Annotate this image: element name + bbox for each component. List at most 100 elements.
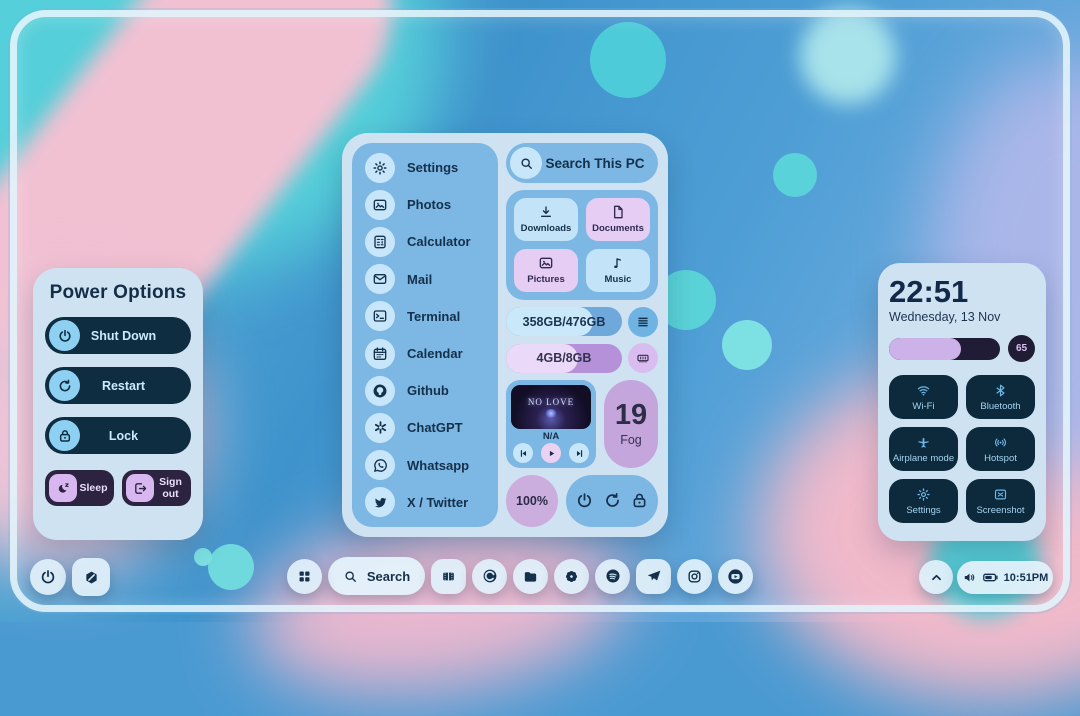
dock: Search [287,557,753,595]
app-label: X / Twitter [407,494,469,510]
battery-badge: 65 [1008,335,1035,362]
pictures-tile[interactable]: Pictures [514,248,578,292]
lock-label: Lock [108,428,139,443]
app-item-twitter[interactable]: X / Twitter [365,487,498,518]
memory-label: 4GB/8GB [536,351,592,366]
system-tray[interactable]: 10:51PM [957,561,1053,594]
chevron-up-icon [928,569,945,586]
session-pill [566,474,658,527]
sign-out-icon [126,474,154,502]
tile-label: Documents [592,223,644,235]
app-label: Mail [407,271,433,287]
media-row: NO LOVE N/A 19 Fog [506,380,658,469]
storage-meter: 358GB/476GB [506,307,622,337]
app-label: Whatsapp [407,457,470,473]
dock-flower-app-button[interactable] [554,558,589,594]
sleep-icon [49,474,77,502]
app-label: Github [407,383,449,399]
tile-label: Pictures [527,274,565,286]
document-icon [610,204,626,220]
calendar-icon [365,338,395,369]
ram-icon[interactable] [628,343,658,374]
airplane-mode-tile[interactable]: Airplane mode [889,427,958,471]
previous-icon[interactable] [513,443,533,464]
play-icon[interactable] [541,443,561,464]
weather-widget: 19 Fog [604,380,658,469]
app-item-calendar[interactable]: Calendar [365,338,498,369]
app-item-github[interactable]: Github [365,375,498,406]
wifi-icon [916,383,931,398]
battery-percent-badge: 100% [506,474,558,527]
terminal-icon [365,301,395,332]
browser-icon [481,567,499,585]
album-art: NO LOVE [511,385,591,430]
power-icon [49,320,80,351]
app-label: ChatGPT [407,420,463,436]
sign-out-button[interactable]: Sign out [122,470,191,506]
search-this-pc[interactable]: Search This PC [506,143,658,183]
storage-label: 358GB/476GB [522,314,606,329]
music-note-icon [610,255,626,271]
taskbar-theme-button[interactable] [72,558,110,596]
hotspot-tile[interactable]: Hotspot [966,427,1035,471]
clock: 22:51 [889,274,969,309]
app-item-terminal[interactable]: Terminal [365,301,498,332]
app-item-mail[interactable]: Mail [365,264,498,295]
lock-button[interactable]: Lock [45,417,191,454]
dock-files-button[interactable] [513,558,548,594]
twitter-icon [365,487,395,518]
dock-app-grid-button[interactable] [287,558,322,594]
telegram-icon [645,567,663,585]
hotspot-icon [993,435,1008,450]
quick-settings-grid: Wi-Fi Bluetooth Airplane mode Hotspot Se… [889,375,1035,523]
search-label: Search This PC [545,155,645,171]
airplane-icon [916,435,931,450]
folder-icon [522,568,539,585]
wifi-tile[interactable]: Wi-Fi [889,375,958,419]
drive-icon[interactable] [628,306,658,337]
dock-search-button[interactable]: Search [328,557,425,595]
spotify-icon [604,567,622,585]
power-icon[interactable] [575,491,594,510]
theme-toggle-icon [82,568,101,587]
settings-tile[interactable]: Settings [889,479,958,523]
lock-icon[interactable] [630,491,649,510]
restart-button[interactable]: Restart [45,367,191,404]
battery-row: 65 [889,335,1035,362]
battery-icon [982,569,999,586]
dock-video-editor-button[interactable] [431,558,466,594]
app-item-chatgpt[interactable]: ChatGPT [365,412,498,443]
restart-icon[interactable] [603,491,622,510]
mail-icon [365,264,395,295]
dock-spotify-button[interactable] [595,558,630,594]
music-tile[interactable]: Music [586,248,650,292]
app-item-settings[interactable]: Settings [365,152,498,183]
youtube-icon [726,567,745,586]
dock-browser-button[interactable] [472,558,507,594]
tile-label: Wi-Fi [912,400,935,412]
album-title: NO LOVE [527,396,575,407]
speaker-icon [962,570,977,585]
flower-icon [563,568,580,585]
app-label: Calendar [407,346,463,362]
session-row: 100% [506,474,658,527]
taskbar-power-button[interactable] [30,559,66,595]
app-item-photos[interactable]: Photos [365,189,498,220]
gear-icon [365,152,395,183]
sleep-button[interactable]: Sleep [45,470,114,506]
screenshot-tile[interactable]: Screenshot [966,479,1035,523]
shutdown-button[interactable]: Shut Down [45,317,191,354]
app-label: Calculator [407,234,471,250]
whatsapp-icon [365,450,395,481]
app-item-whatsapp[interactable]: Whatsapp [365,450,498,481]
bluetooth-tile[interactable]: Bluetooth [966,375,1035,419]
next-icon[interactable] [569,443,589,464]
downloads-tile[interactable]: Downloads [514,197,578,241]
dock-telegram-button[interactable] [636,558,671,594]
app-item-calculator[interactable]: Calculator [365,226,498,257]
tray-expand-button[interactable] [919,560,953,594]
dock-instagram-button[interactable] [677,558,712,594]
documents-tile[interactable]: Documents [586,197,650,241]
dock-youtube-button[interactable] [718,558,753,594]
chatgpt-icon [365,412,395,443]
